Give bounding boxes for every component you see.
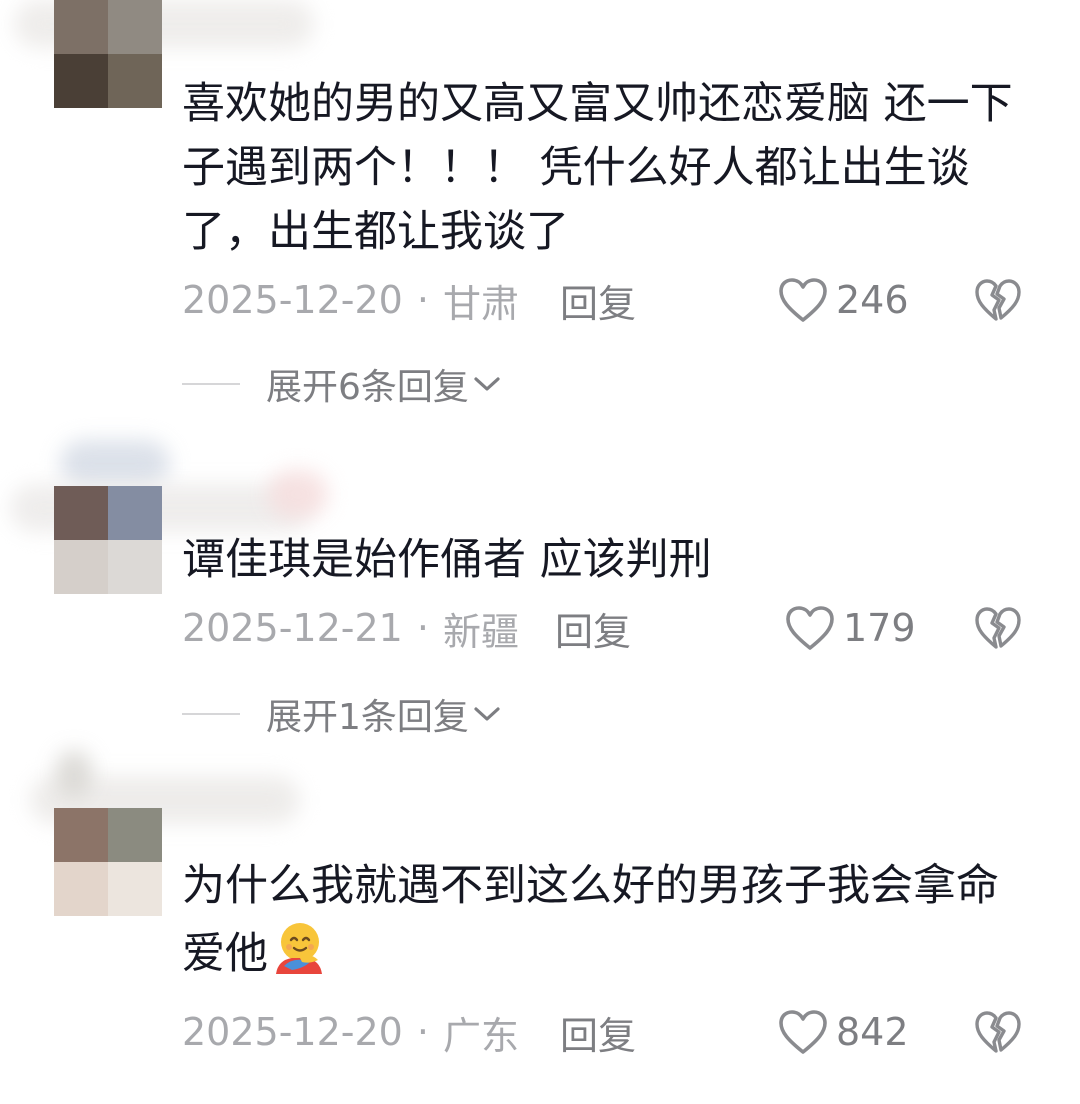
expand-divider [182,713,240,715]
like-count: 246 [836,278,909,322]
reply-button[interactable]: 回复 [560,1004,636,1060]
like-button[interactable]: 842 [778,1004,909,1060]
comment-location: 广东 [442,1013,519,1058]
chevron-down-icon [474,707,500,721]
avatar[interactable] [54,808,162,916]
comment-item: 谭佳琪是始作俑者 应该判刑 2025-12-21 · 新疆 回复 179 展开1… [0,430,1080,750]
comment-meta: 2025-12-20 · 甘肃 [182,272,519,328]
heart-outline-icon [786,606,834,650]
expand-divider [182,383,240,385]
comment-date: 2025-12-20 [182,278,403,322]
avatar-pixel [54,808,108,862]
meta-separator: · [416,278,429,322]
like-button[interactable]: 246 [778,272,909,328]
comment-item: 为什么我就遇不到这么好的男孩子我会拿命爱他 2025-12-20 · 广东 回复… [0,750,1080,1104]
reply-button[interactable]: 回复 [560,272,636,328]
avatar[interactable] [54,0,162,108]
expand-replies-button[interactable]: 展开1条回复 [182,686,501,742]
dislike-button[interactable] [974,272,1024,328]
dislike-button[interactable] [974,600,1024,656]
avatar-pixel [54,54,108,108]
avatar-pixel [54,862,108,916]
avatar-pixel [108,54,162,108]
broken-heart-icon [975,607,1021,649]
avatar[interactable] [54,486,162,594]
avatar-pixel [108,0,162,54]
reply-button[interactable]: 回复 [555,600,631,656]
comment-text: 谭佳琪是始作俑者 应该判刑 [182,535,712,585]
comment-location: 新疆 [442,609,519,654]
avatar-pixel [108,540,162,594]
username-blurred [60,440,170,488]
like-button[interactable]: 179 [785,600,916,656]
avatar-pixel [108,486,162,540]
username-blurred [56,750,92,798]
comment-text: 喜欢她的男的又高又富又帅还恋爱脑 还一下子遇到两个！！！ 凭什么好人都让出生谈了… [182,79,1013,257]
meta-separator: · [416,1010,429,1054]
heart-outline-icon [779,1010,827,1054]
avatar-pixel [54,486,108,540]
comment-text: 为什么我就遇不到这么好的男孩子我会拿命爱他 [182,854,1032,986]
expand-replies-label: 展开6条回复 [266,367,469,408]
chevron-down-icon [474,377,500,391]
comment-item: 喜欢她的男的又高又富又帅还恋爱脑 还一下子遇到两个！！！ 凭什么好人都让出生谈了… [0,0,1080,420]
comment-meta: 2025-12-20 · 广东 [182,1004,519,1060]
broken-heart-icon [975,279,1021,321]
expand-replies-button[interactable]: 展开6条回复 [182,356,501,412]
hugging-face-emoji [276,923,322,974]
broken-heart-icon [975,1011,1021,1053]
comment-date: 2025-12-20 [182,1010,403,1054]
avatar-pixel [54,0,108,54]
comment-meta: 2025-12-21 · 新疆 [182,600,519,656]
like-count: 842 [836,1010,909,1054]
heart-outline-icon [779,278,827,322]
meta-separator: · [416,606,429,650]
username-blurred [268,470,328,518]
dislike-button[interactable] [974,1004,1024,1060]
comment-location: 甘肃 [442,281,519,326]
avatar-pixel [108,862,162,916]
avatar-pixel [108,808,162,862]
like-count: 179 [843,606,916,650]
comment-date: 2025-12-21 [182,606,403,650]
expand-replies-label: 展开1条回复 [266,697,469,738]
avatar-pixel [54,540,108,594]
